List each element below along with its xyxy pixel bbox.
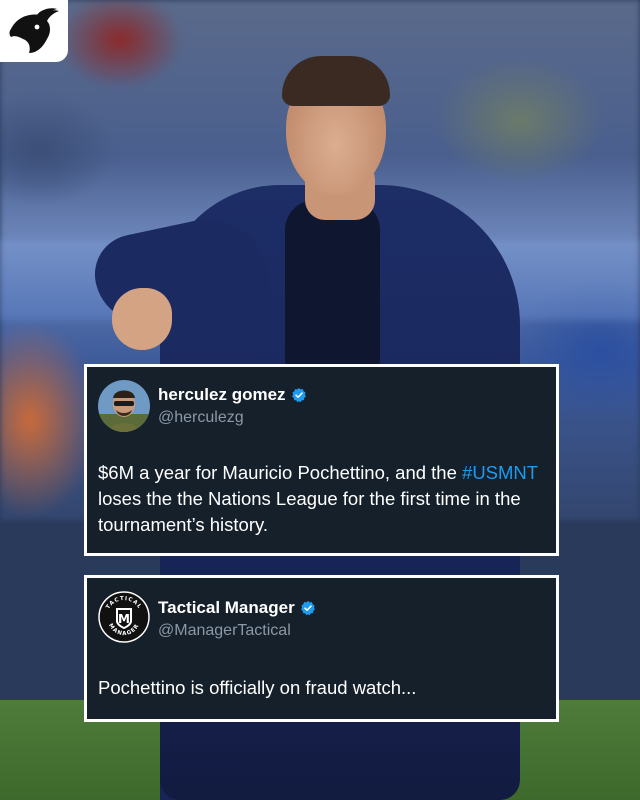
hashtag-link[interactable]: #USMNT [462,462,538,483]
tweet-card[interactable]: herculez gomez @herculezg $6M a year for… [84,364,559,556]
coach-hand [112,288,172,350]
author-name[interactable]: Tactical Manager [158,598,295,618]
tweet-card[interactable]: TACTICAL MANAGER M Tactical Manager @Man… [84,575,559,722]
author-handle[interactable]: @ManagerTactical [158,622,291,640]
tweet-text: $6M a year for Mauricio Pochettino, and … [98,460,544,538]
avatar[interactable]: TACTICAL MANAGER M [98,591,150,643]
person-avatar-icon [98,380,150,432]
author-name[interactable]: herculez gomez [158,385,286,405]
crest-monogram: M [118,612,130,626]
coach-shirt [285,200,380,370]
team-crest-icon: TACTICAL MANAGER M [98,591,150,643]
goat-head-icon [9,8,59,54]
verified-badge-icon [300,601,315,616]
tweet-text: Pochettino is officially on fraud watch.… [98,677,417,698]
tweet-text-part: loses the the Nations League for the fir… [98,488,521,535]
brand-logo [0,0,68,62]
author-row: herculez gomez [158,385,307,405]
author-row: Tactical Manager [158,598,316,618]
verified-badge-icon [291,388,306,403]
avatar[interactable] [98,380,150,432]
author-handle[interactable]: @herculezg [158,409,244,427]
coach-hair [282,56,390,106]
tweet-text-part: $6M a year for Mauricio Pochettino, and … [98,462,463,483]
